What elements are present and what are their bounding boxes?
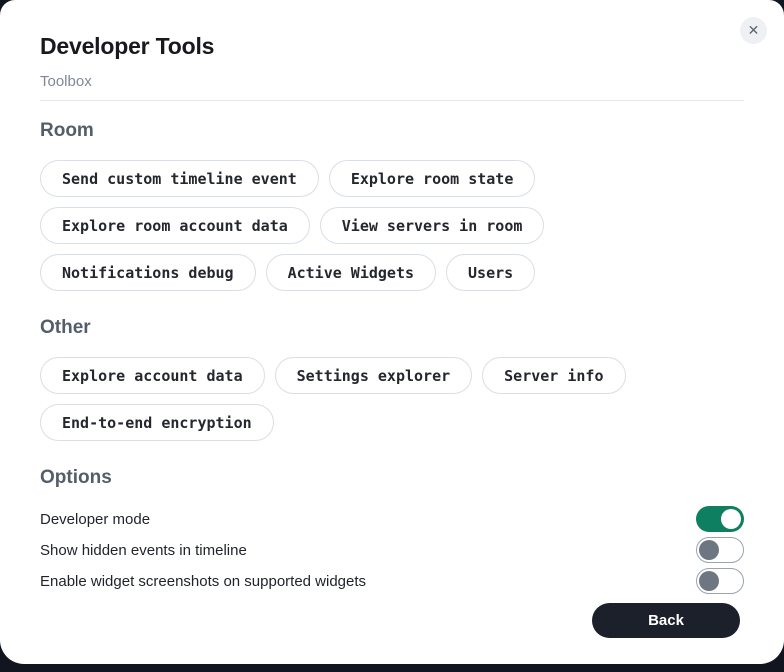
toggle-knob	[721, 509, 741, 529]
option-label: Enable widget screenshots on supported w…	[40, 573, 366, 590]
section-heading-other: Other	[40, 317, 744, 338]
options-rows: Developer mode Show hidden events in tim…	[40, 506, 744, 594]
toggle-developer-mode[interactable]	[696, 506, 744, 532]
option-label: Developer mode	[40, 511, 150, 528]
dialog-subtitle: Toolbox	[40, 73, 744, 90]
option-label: Show hidden events in timeline	[40, 542, 247, 559]
button-send-custom-timeline-event[interactable]: Send custom timeline event	[40, 160, 319, 197]
tool-section: Room Send custom timeline event Explore r…	[40, 120, 744, 291]
developer-tools-dialog: ✕ Developer Tools Toolbox Room Send cust…	[0, 0, 784, 664]
tool-section: Other Explore account data Settings explo…	[40, 317, 744, 441]
button-end-to-end-encryption[interactable]: End-to-end encryption	[40, 404, 274, 441]
tool-sections: Room Send custom timeline event Explore r…	[40, 120, 744, 441]
section-heading-options: Options	[40, 467, 744, 488]
button-notifications-debug[interactable]: Notifications debug	[40, 254, 256, 291]
section-heading-room: Room	[40, 120, 744, 141]
button-explore-account-data[interactable]: Explore account data	[40, 357, 265, 394]
button-explore-room-account-data[interactable]: Explore room account data	[40, 207, 310, 244]
dialog-title: Developer Tools	[40, 0, 744, 59]
toggle-show-hidden-events-in-timeline[interactable]	[696, 537, 744, 563]
close-icon[interactable]: ✕	[740, 17, 767, 44]
tool-button-row: Send custom timeline event Explore room s…	[40, 160, 744, 291]
divider	[40, 100, 744, 101]
toggle-knob	[699, 571, 719, 591]
back-button[interactable]: Back	[592, 603, 740, 638]
button-settings-explorer[interactable]: Settings explorer	[275, 357, 473, 394]
button-active-widgets[interactable]: Active Widgets	[266, 254, 436, 291]
modal-backdrop: ✕ Developer Tools Toolbox Room Send cust…	[0, 0, 784, 672]
button-view-servers-in-room[interactable]: View servers in room	[320, 207, 545, 244]
option-row: Show hidden events in timeline	[40, 537, 744, 563]
tool-button-row: Explore account data Settings explorerSer…	[40, 357, 744, 441]
option-row: Enable widget screenshots on supported w…	[40, 568, 744, 594]
toggle-enable-widget-screenshots-on-supported-widgets[interactable]	[696, 568, 744, 594]
button-server-info[interactable]: Server info	[482, 357, 625, 394]
button-explore-room-state[interactable]: Explore room state	[329, 160, 536, 197]
options-section: Options Developer mode Show hidden event…	[40, 467, 744, 594]
toggle-knob	[699, 540, 719, 560]
option-row: Developer mode	[40, 506, 744, 532]
button-users[interactable]: Users	[446, 254, 535, 291]
